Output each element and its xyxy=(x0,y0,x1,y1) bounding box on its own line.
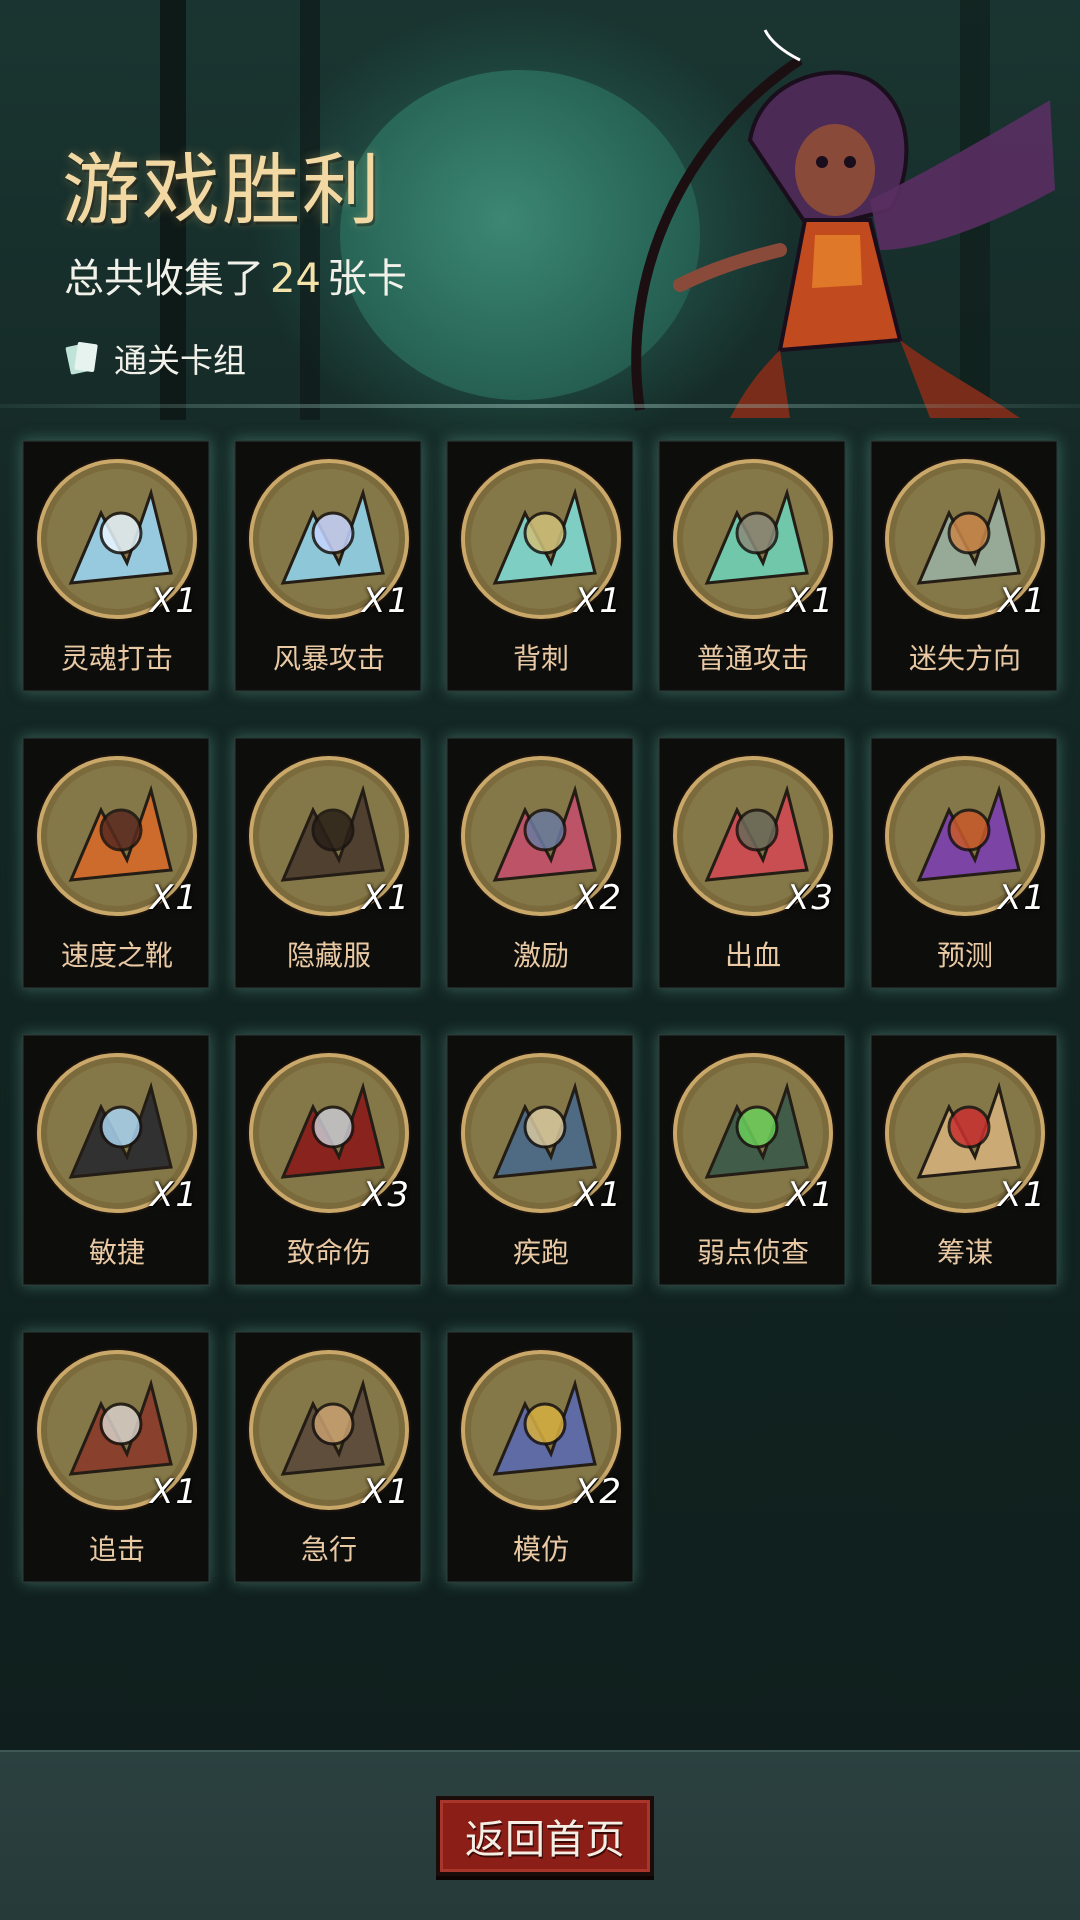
card-item[interactable]: X1 敏捷 xyxy=(22,1034,210,1286)
card-item[interactable]: X1 筹谋 xyxy=(870,1034,1058,1286)
card-item[interactable]: X1 速度之靴 xyxy=(22,737,210,989)
card-quantity: X1 xyxy=(574,581,623,621)
return-home-button[interactable]: 返回首页 xyxy=(436,1796,654,1876)
card-name: 敏捷 xyxy=(88,1236,145,1269)
card-name: 速度之靴 xyxy=(60,939,173,972)
card-name: 预测 xyxy=(936,939,993,972)
header-divider xyxy=(0,404,1080,408)
collected-count: 24 xyxy=(270,256,321,302)
card-name: 模仿 xyxy=(512,1533,569,1566)
card-quantity: X1 xyxy=(362,1472,411,1512)
card-quantity: X2 xyxy=(574,878,623,918)
card-item[interactable]: X1 急行 xyxy=(234,1331,422,1583)
card-name: 弱点侦查 xyxy=(696,1236,809,1269)
card-quantity: X2 xyxy=(574,1472,623,1512)
card-name: 灵魂打击 xyxy=(60,642,173,675)
card-name: 筹谋 xyxy=(936,1236,993,1269)
card-quantity: X1 xyxy=(362,581,411,621)
card-item[interactable]: X3 致命伤 xyxy=(234,1034,422,1286)
card-deck-icon xyxy=(65,342,98,375)
deck-link-label: 通关卡组 xyxy=(114,341,246,380)
card-name: 迷失方向 xyxy=(908,642,1021,675)
victory-title: 游戏胜利 xyxy=(62,146,383,236)
card-quantity: X1 xyxy=(998,581,1047,621)
hooded-archer-illustration xyxy=(631,29,1055,418)
card-quantity: X1 xyxy=(362,878,411,918)
card-item[interactable]: X1 灵魂打击 xyxy=(22,440,210,692)
card-item[interactable]: X1 追击 xyxy=(22,1331,210,1583)
card-item[interactable]: X1 疾跑 xyxy=(446,1034,634,1286)
card-name: 普通攻击 xyxy=(696,642,809,675)
card-name: 疾跑 xyxy=(512,1236,569,1269)
summary-suffix: 张卡 xyxy=(326,256,407,302)
card-item[interactable]: X1 弱点侦查 xyxy=(658,1034,846,1286)
card-item[interactable]: X1 背刺 xyxy=(446,440,634,692)
card-quantity: X1 xyxy=(574,1175,623,1215)
card-quantity: X1 xyxy=(786,581,835,621)
card-name: 急行 xyxy=(300,1533,357,1566)
cleared-deck-link[interactable]: 通关卡组 xyxy=(62,334,246,382)
card-item[interactable]: X3 出血 xyxy=(658,737,846,989)
card-name: 隐藏服 xyxy=(286,939,371,972)
card-quantity: X3 xyxy=(362,1175,411,1215)
card-quantity: X3 xyxy=(786,878,835,918)
card-quantity: X1 xyxy=(150,581,199,621)
card-item[interactable]: X1 普通攻击 xyxy=(658,440,846,692)
card-grid: X1 灵魂打击 X1 风暴攻击 X1 背刺 X1 普通攻击 X1 迷失方向 X1 速度之靴 X1 隐藏服 X… xyxy=(22,440,1058,1590)
card-quantity: X1 xyxy=(150,878,199,918)
card-item[interactable]: X1 风暴攻击 xyxy=(234,440,422,692)
card-item[interactable]: X1 迷失方向 xyxy=(870,440,1058,692)
card-quantity: X1 xyxy=(998,878,1047,918)
summary-prefix: 总共收集了 xyxy=(64,256,264,302)
card-name: 激励 xyxy=(512,939,569,972)
card-name: 出血 xyxy=(724,939,781,972)
card-quantity: X1 xyxy=(998,1175,1047,1215)
card-quantity: X1 xyxy=(150,1472,199,1512)
card-item[interactable]: X1 预测 xyxy=(870,737,1058,989)
card-name: 致命伤 xyxy=(286,1236,371,1269)
card-name: 背刺 xyxy=(512,642,569,675)
card-quantity: X1 xyxy=(150,1175,199,1215)
card-item[interactable]: X2 模仿 xyxy=(446,1331,634,1583)
card-quantity: X1 xyxy=(786,1175,835,1215)
card-item[interactable]: X1 隐藏服 xyxy=(234,737,422,989)
collected-summary: 总共收集了 24 张卡 xyxy=(64,246,407,304)
card-name: 风暴攻击 xyxy=(272,642,385,675)
card-item[interactable]: X2 激励 xyxy=(446,737,634,989)
card-name: 追击 xyxy=(88,1533,145,1566)
